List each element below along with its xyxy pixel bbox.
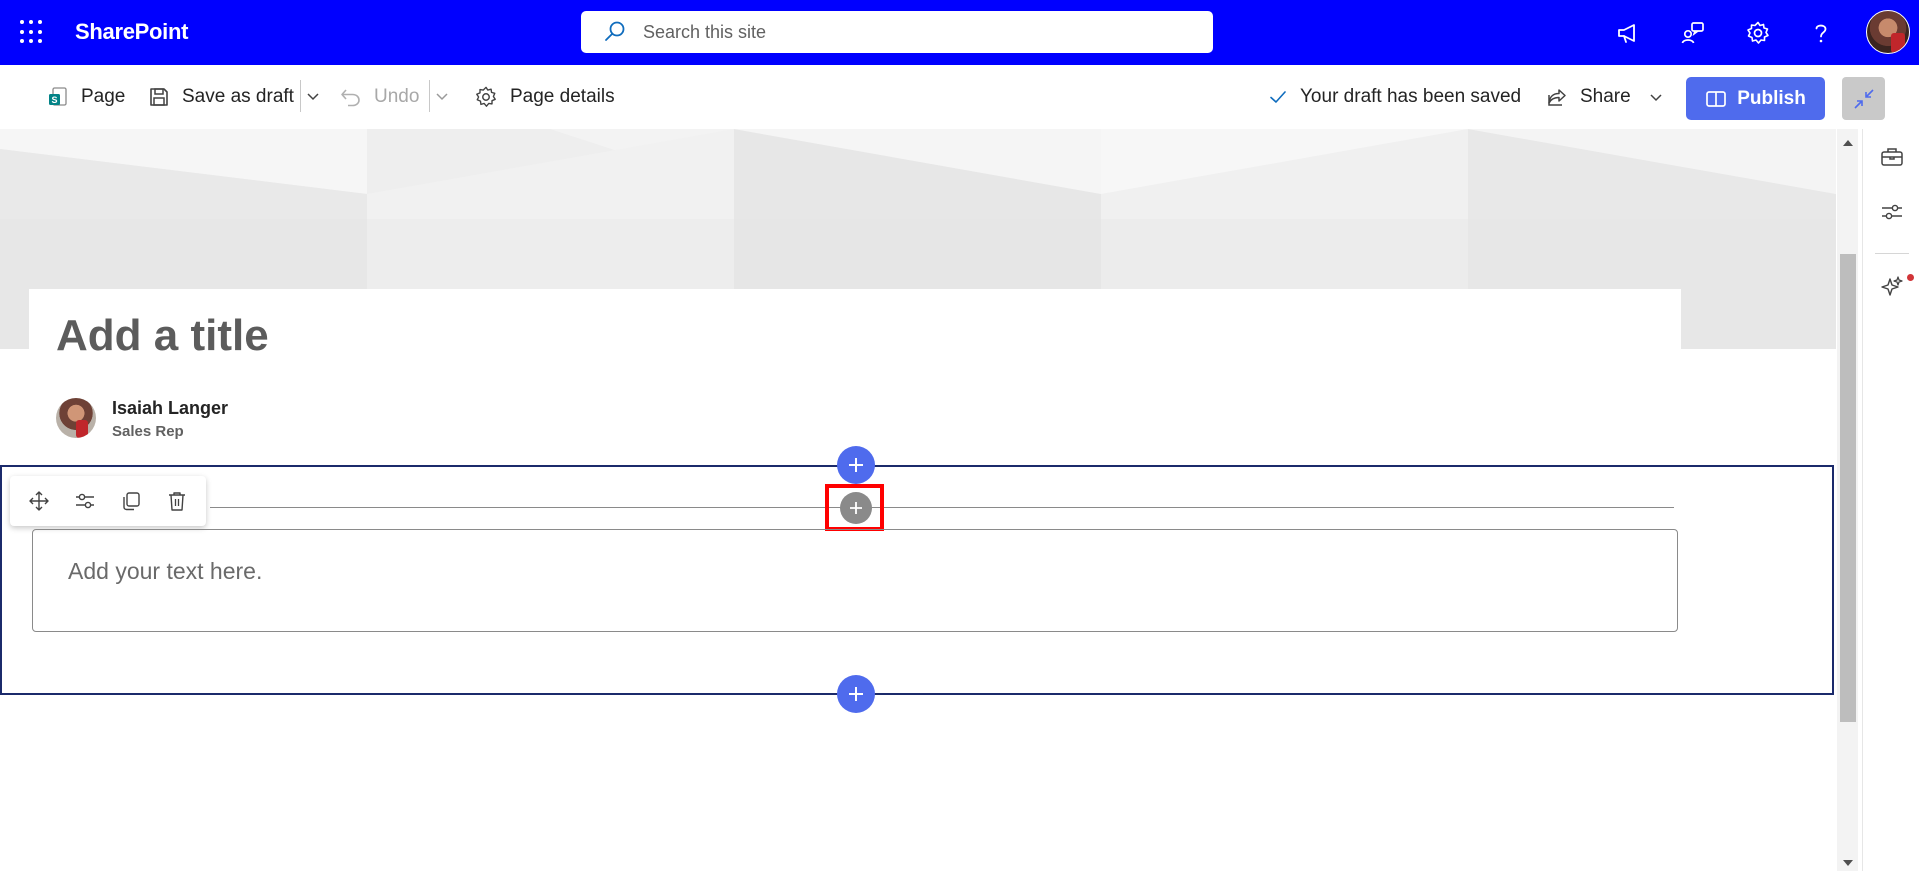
draft-status-text: Your draft has been saved bbox=[1300, 86, 1522, 107]
author-role: Sales Rep bbox=[112, 423, 184, 440]
share-button[interactable]: Share bbox=[1546, 83, 1663, 111]
publish-label: Publish bbox=[1737, 87, 1806, 109]
collapse-button[interactable] bbox=[1842, 77, 1885, 120]
right-rail bbox=[1862, 129, 1919, 871]
plus-icon bbox=[849, 458, 863, 472]
edit-properties-icon[interactable] bbox=[68, 484, 102, 518]
save-icon bbox=[150, 88, 168, 106]
text-placeholder: Add your text here. bbox=[68, 558, 263, 584]
author-avatar bbox=[56, 398, 96, 438]
divider-web-part[interactable] bbox=[210, 507, 1674, 508]
save-options-chevron-down-icon[interactable] bbox=[306, 89, 320, 103]
page-icon: S bbox=[49, 87, 67, 106]
page-button[interactable]: S Page bbox=[47, 83, 125, 111]
search-box[interactable] bbox=[581, 11, 1213, 53]
title-area bbox=[29, 289, 1681, 409]
add-section-below-button[interactable] bbox=[837, 675, 875, 713]
move-icon[interactable] bbox=[22, 484, 56, 518]
gear-icon[interactable] bbox=[1743, 18, 1773, 48]
book-open-icon bbox=[1706, 90, 1727, 107]
page-details-label: Page details bbox=[510, 86, 615, 107]
plus-icon bbox=[849, 687, 863, 701]
svg-text:S: S bbox=[51, 95, 57, 105]
suite-bar: SharePoint bbox=[0, 0, 1919, 65]
scroll-up-arrow-icon[interactable] bbox=[1841, 137, 1855, 149]
draft-status: Your draft has been saved bbox=[1268, 83, 1521, 111]
scrollbar-thumb[interactable] bbox=[1840, 254, 1856, 722]
copilot-sparkle-icon[interactable] bbox=[1878, 273, 1906, 301]
user-avatar[interactable] bbox=[1866, 10, 1910, 54]
undo-icon bbox=[341, 89, 360, 107]
save-as-draft-button[interactable]: Save as draft bbox=[148, 83, 294, 111]
author-name[interactable]: Isaiah Langer bbox=[112, 398, 228, 419]
publish-button[interactable]: Publish bbox=[1686, 77, 1825, 120]
undo-label: Undo bbox=[374, 86, 420, 107]
settings-sliders-icon[interactable] bbox=[1878, 198, 1906, 226]
help-icon[interactable] bbox=[1806, 18, 1836, 48]
chevron-down-icon bbox=[1650, 94, 1662, 102]
delete-icon[interactable] bbox=[160, 484, 194, 518]
share-icon bbox=[1548, 89, 1566, 106]
scroll-down-arrow-icon[interactable] bbox=[1841, 857, 1855, 869]
search-input[interactable] bbox=[641, 20, 1165, 44]
page-label: Page bbox=[81, 86, 126, 107]
highlight-box bbox=[825, 484, 884, 531]
text-web-part[interactable]: Add your text here. bbox=[32, 529, 1678, 632]
separator bbox=[429, 80, 430, 112]
section-toolbar bbox=[10, 476, 206, 526]
share-label: Share bbox=[1580, 86, 1631, 107]
people-chat-icon[interactable] bbox=[1678, 18, 1708, 48]
undo-button[interactable]: Undo bbox=[340, 83, 419, 111]
search-icon bbox=[605, 21, 625, 41]
gear-icon bbox=[476, 86, 496, 107]
page-details-button[interactable]: Page details bbox=[474, 83, 615, 111]
waffle-icon[interactable] bbox=[20, 20, 44, 44]
rail-separator bbox=[1875, 253, 1909, 254]
duplicate-icon[interactable] bbox=[114, 484, 148, 518]
undo-options-chevron-down-icon[interactable] bbox=[435, 89, 449, 103]
notification-dot bbox=[1907, 274, 1914, 281]
checkmark-icon bbox=[1270, 91, 1286, 103]
add-section-above-button[interactable] bbox=[837, 446, 875, 484]
page-title-input[interactable]: Add a title bbox=[56, 311, 269, 361]
megaphone-icon[interactable] bbox=[1613, 18, 1643, 48]
save-as-draft-label: Save as draft bbox=[182, 86, 294, 107]
page-canvas: Add a title Isaiah Langer Sales Rep Add … bbox=[0, 129, 1836, 871]
command-bar: S Page Save as draft Undo Page details Y… bbox=[0, 65, 1919, 129]
toolbox-icon[interactable] bbox=[1878, 143, 1906, 171]
app-name[interactable]: SharePoint bbox=[75, 19, 188, 45]
separator bbox=[300, 80, 301, 112]
collapse-arrows-icon bbox=[1853, 88, 1874, 109]
